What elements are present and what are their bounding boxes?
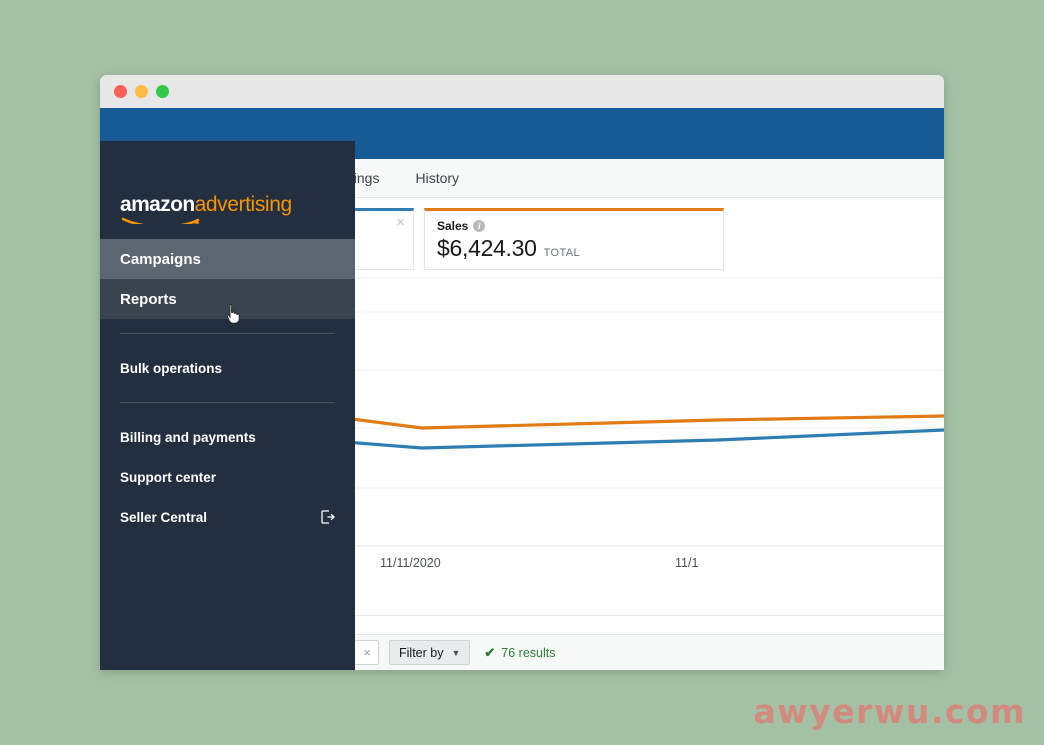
check-icon: ✔	[484, 644, 496, 660]
sidebar-item-label: Reports	[120, 290, 177, 308]
amazon-swoosh-icon	[122, 212, 204, 224]
sidebar-item-label: Seller Central	[120, 509, 208, 525]
tab-history[interactable]: History	[415, 170, 459, 186]
filter-by-label: Filter by	[399, 645, 444, 660]
logo-advertising-text: advertising	[194, 193, 293, 216]
sidebar-item-seller-central[interactable]: Seller Central	[100, 497, 355, 537]
info-icon[interactable]: i	[473, 220, 486, 232]
window-minimize-button[interactable]	[135, 85, 148, 98]
clear-search-icon[interactable]: ×	[363, 646, 371, 659]
sidebar-item-billing-and-payments[interactable]: Billing and payments	[100, 417, 355, 457]
external-link-icon	[321, 510, 335, 524]
sidebar-item-label: Bulk operations	[120, 360, 223, 376]
metric-card-sales[interactable]: Sales i $6,424.30 TOTAL	[424, 208, 724, 270]
browser-window: ttings History × Sales i $6,424.30 TOTAL	[100, 75, 944, 670]
chevron-down-icon: ▼	[451, 647, 461, 658]
sidebar-divider-top	[120, 333, 335, 334]
window-title-bar	[100, 75, 944, 108]
sidebar-primary-nav: Campaigns Reports	[100, 239, 355, 319]
sidebar-item-label: Support center	[120, 469, 217, 485]
sidebar-item-campaigns[interactable]: Campaigns	[100, 239, 355, 279]
brand-logo: amazon advertising	[100, 141, 355, 224]
metric-title: Sales	[437, 219, 469, 233]
filter-by-button[interactable]: Filter by ▼	[389, 640, 471, 665]
x-axis-tick-2: 11/11/2020	[380, 556, 441, 570]
x-axis-tick-3: 11/1	[675, 556, 699, 570]
window-maximize-button[interactable]	[156, 85, 169, 98]
navigation-sidebar: amazon advertising Campaigns Reports Bul…	[100, 141, 355, 670]
results-count-label: 76 results	[501, 645, 556, 660]
sidebar-item-label: Billing and payments	[120, 429, 256, 445]
sidebar-item-bulk-operations[interactable]: Bulk operations	[100, 348, 355, 388]
metric-card-header: Sales i	[425, 211, 723, 233]
close-icon[interactable]: ×	[396, 215, 405, 230]
results-status: ✔ 76 results	[484, 645, 555, 661]
window-close-button[interactable]	[114, 85, 127, 98]
logo-amazon-text: amazon	[120, 194, 200, 224]
metric-value: $6,424.30	[437, 235, 537, 261]
sidebar-item-support-center[interactable]: Support center	[100, 457, 355, 497]
sidebar-item-label: Campaigns	[120, 250, 201, 268]
page-content: ttings History × Sales i $6,424.30 TOTAL	[100, 108, 944, 670]
metric-value-row: $6,424.30 TOTAL	[425, 235, 723, 262]
sidebar-divider-bottom	[120, 402, 335, 403]
metric-unit-label: TOTAL	[543, 247, 581, 259]
sidebar-item-reports[interactable]: Reports	[100, 279, 355, 319]
site-watermark: awyerwu.com	[753, 692, 1026, 731]
